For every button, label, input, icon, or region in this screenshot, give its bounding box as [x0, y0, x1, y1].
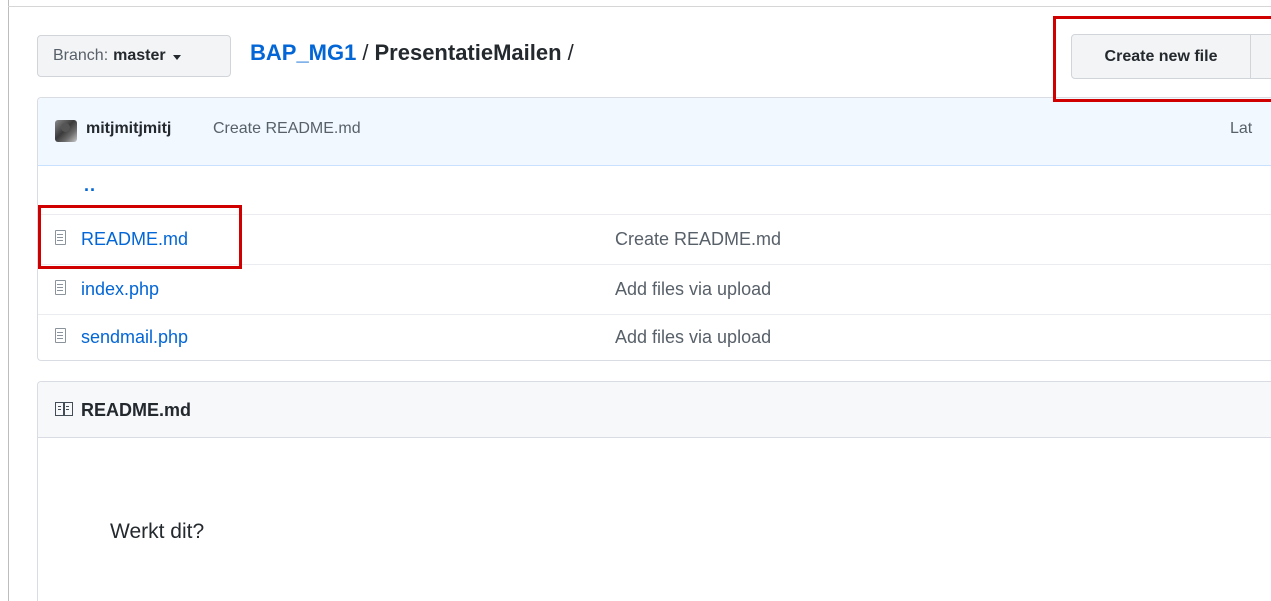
breadcrumb: BAP_MG1/PresentatieMailen /	[250, 40, 580, 66]
file-commit-message[interactable]: Add files via upload	[615, 279, 771, 300]
table-row-parent-dir[interactable]: ..	[38, 165, 1271, 215]
upload-files-button-edge[interactable]	[1250, 34, 1271, 79]
file-link-index[interactable]: index.php	[81, 279, 159, 300]
latest-commit-label: Lat	[1230, 120, 1253, 137]
book-icon	[55, 402, 73, 416]
file-commit-message[interactable]: Create README.md	[615, 229, 781, 250]
caret-down-icon	[172, 54, 181, 60]
avatar[interactable]	[55, 120, 77, 142]
commit-message[interactable]: Create README.md	[213, 120, 361, 138]
breadcrumb-separator: /	[362, 40, 369, 65]
branch-select-button[interactable]: Branch: master	[37, 35, 231, 77]
file-table: mitjmitjmitj Create README.md Lat .. REA…	[37, 97, 1271, 361]
file-link-readme[interactable]: README.md	[81, 229, 188, 250]
parent-directory-link[interactable]: ..	[84, 175, 96, 196]
commit-author-link[interactable]: mitjmitjmitj	[86, 120, 171, 138]
branch-prefix-label: Branch:	[53, 47, 109, 64]
readme-header: README.md	[38, 382, 1271, 438]
file-commit-message[interactable]: Add files via upload	[615, 327, 771, 348]
latest-commit-bar: mitjmitjmitj Create README.md Lat	[38, 98, 1271, 166]
frame-border-left	[8, 0, 9, 601]
frame-border-top	[8, 6, 1271, 7]
breadcrumb-repo-link[interactable]: BAP_MG1	[250, 40, 356, 65]
table-row: sendmail.php Add files via upload	[38, 313, 1271, 360]
file-link-sendmail[interactable]: sendmail.php	[81, 327, 188, 348]
table-row: README.md Create README.md	[38, 215, 1271, 265]
branch-name: master	[113, 47, 166, 64]
table-row: index.php Add files via upload	[38, 265, 1271, 315]
readme-content: Werkt dit?	[110, 520, 205, 543]
create-new-file-button[interactable]: Create new file	[1071, 34, 1251, 79]
readme-title: README.md	[81, 400, 192, 420]
readme-panel: README.md Werkt dit?	[37, 381, 1271, 601]
breadcrumb-trailing-separator: /	[567, 40, 574, 65]
breadcrumb-current-folder: PresentatieMailen	[374, 40, 562, 65]
file-icon	[55, 280, 66, 295]
file-icon	[55, 328, 66, 343]
file-icon	[55, 230, 66, 245]
